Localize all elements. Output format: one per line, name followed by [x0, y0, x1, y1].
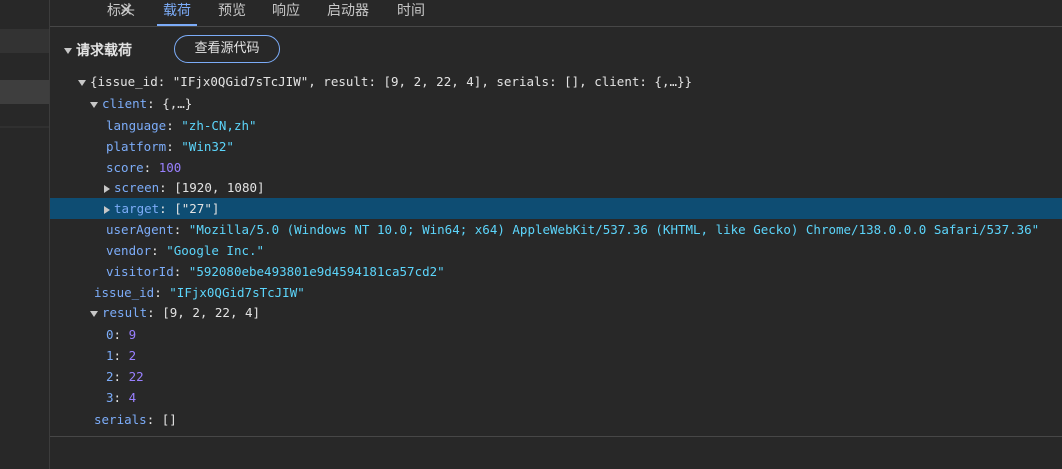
collapse-triangle-icon[interactable] [64, 48, 72, 54]
view-source-button[interactable]: 查看源代码 [174, 35, 280, 63]
key-score: score [106, 160, 144, 175]
value-visitorid: "592080ebe493801e9d4594181ca57cd2" [188, 264, 445, 279]
tree-row-result-2[interactable]: 2: 22 [50, 366, 1062, 387]
value-target: ["27"] [174, 201, 220, 216]
key-useragent: userAgent [106, 222, 174, 237]
tree-row-result-1[interactable]: 1: 2 [50, 345, 1062, 366]
client-summary: {,…} [162, 96, 193, 111]
tree-row-issue-id[interactable]: issue_id: "IFjx0QGid7sTcJIW" [50, 282, 1062, 303]
value-issue-id: "IFjx0QGid7sTcJIW" [169, 285, 305, 300]
expand-triangle-icon[interactable] [90, 310, 98, 317]
value-useragent: "Mozilla/5.0 (Windows NT 10.0; Win64; x6… [188, 222, 1040, 237]
value-number: 9 [128, 327, 137, 342]
value-serials: [] [161, 412, 177, 427]
tree-row-serials[interactable]: serials: [] [50, 409, 1062, 430]
section-bottom-divider [50, 436, 1062, 437]
key-index: 1 [106, 348, 114, 363]
key-index: 3 [106, 390, 114, 405]
tab-response[interactable]: 响应 [272, 0, 300, 26]
collapsed-triangle-icon[interactable] [104, 205, 110, 214]
tree-row-result-3[interactable]: 3: 4 [50, 387, 1062, 408]
left-pane [0, 0, 50, 469]
left-pane-row-selected[interactable] [0, 80, 49, 104]
tab-headers[interactable]: 标头 [107, 0, 135, 26]
left-pane-row[interactable] [0, 29, 49, 53]
value-language: "zh-CN,zh" [181, 118, 257, 133]
key-screen: screen [114, 180, 160, 195]
key-index: 2 [106, 369, 114, 384]
tree-row-result[interactable]: result: [9, 2, 22, 4] [50, 302, 1062, 323]
tab-preview[interactable]: 预览 [218, 0, 246, 26]
tab-timing[interactable]: 时间 [397, 0, 425, 26]
result-summary: [9, 2, 22, 4] [162, 305, 261, 320]
tree-row-screen[interactable]: screen: [1920, 1080] [50, 177, 1062, 198]
value-platform: "Win32" [181, 139, 234, 154]
value-number: 22 [128, 369, 144, 384]
tree-row-result-0[interactable]: 0: 9 [50, 324, 1062, 345]
expand-triangle-icon[interactable] [78, 79, 86, 86]
key-platform: platform [106, 139, 167, 154]
key-serials: serials [94, 412, 147, 427]
root-summary: {issue_id: "IFjx0QGid7sTcJIW", result: [… [90, 74, 693, 89]
expand-triangle-icon[interactable] [90, 101, 98, 108]
section-title: 请求载荷 [76, 43, 132, 59]
value-screen: [1920, 1080] [174, 180, 265, 195]
key-issue-id: issue_id [94, 285, 155, 300]
tree-row-useragent[interactable]: userAgent: "Mozilla/5.0 (Windows NT 10.0… [50, 219, 1062, 240]
key-target: target [114, 201, 160, 216]
tree-row-vendor[interactable]: vendor: "Google Inc." [50, 240, 1062, 261]
tree-row-platform[interactable]: platform: "Win32" [50, 136, 1062, 157]
tree-row-score[interactable]: score: 100 [50, 157, 1062, 178]
left-pane-divider [0, 126, 49, 128]
tree-row-language[interactable]: language: "zh-CN,zh" [50, 115, 1062, 136]
tree-row-target-selected[interactable]: target: ["27"] [50, 198, 1062, 219]
request-payload-section: 请求载荷 查看源代码 {issue_id: "IFjx0QGid7sTcJIW"… [50, 27, 1062, 436]
tree-root-row[interactable]: {issue_id: "IFjx0QGid7sTcJIW", result: [… [50, 71, 1062, 92]
section-header[interactable]: 请求载荷 [64, 40, 132, 60]
key-language: language [106, 118, 167, 133]
tab-payload[interactable]: 载荷 [157, 0, 197, 26]
value-vendor: "Google Inc." [166, 243, 265, 258]
key-client: client [102, 96, 148, 111]
key-index: 0 [106, 327, 114, 342]
tab-initiator[interactable]: 启动器 [327, 0, 369, 26]
key-vendor: vendor [106, 243, 152, 258]
key-visitorid: visitorId [106, 264, 174, 279]
tab-bar: ✕ 标头 载荷 预览 响应 启动器 时间 [50, 0, 1062, 27]
value-number: 4 [128, 390, 137, 405]
value-number: 2 [128, 348, 137, 363]
collapsed-triangle-icon[interactable] [104, 184, 110, 193]
tree-row-client[interactable]: client: {,…} [50, 93, 1062, 114]
key-result: result [102, 305, 148, 320]
tree-row-visitorid[interactable]: visitorId: "592080ebe493801e9d4594181ca5… [50, 261, 1062, 282]
value-score: 100 [158, 160, 182, 175]
